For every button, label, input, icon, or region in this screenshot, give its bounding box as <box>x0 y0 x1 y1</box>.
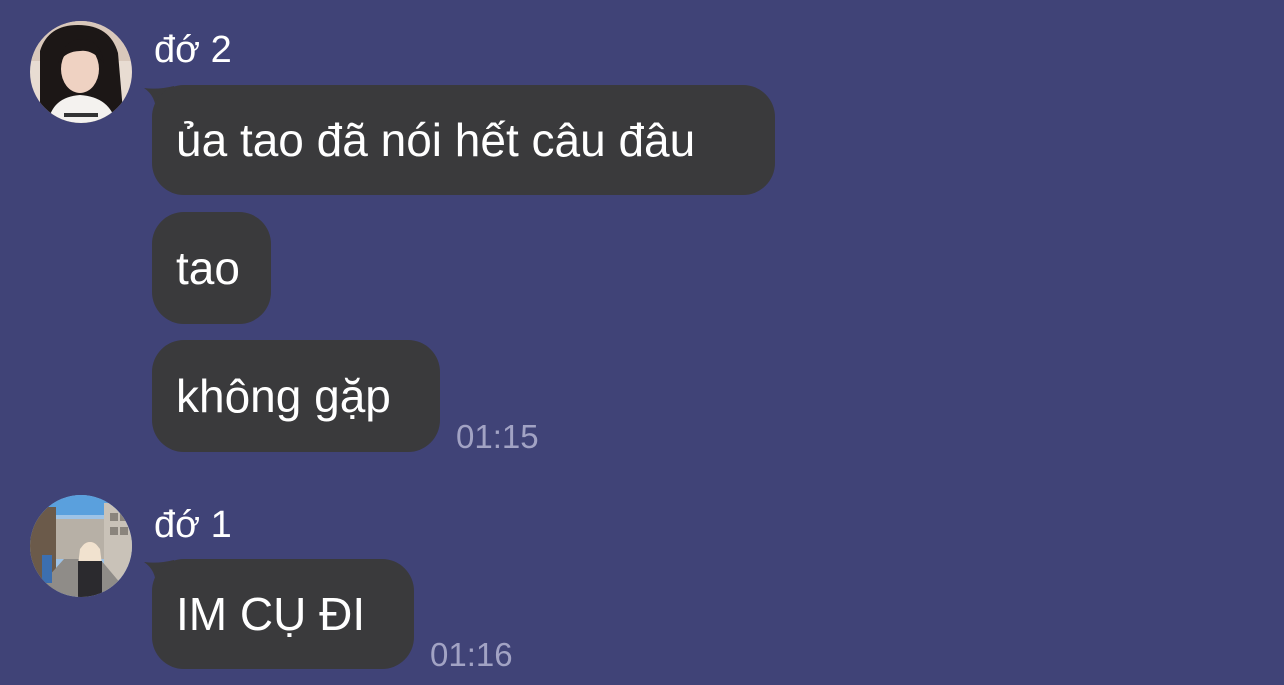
message-text: không gặp <box>176 370 391 422</box>
message-text: ủa tao đã nói hết câu đâu <box>176 114 696 166</box>
message-text: tao <box>176 242 240 294</box>
message-timestamp: 01:16 <box>430 636 513 673</box>
chat-thread: đớ 2 ủa tao đã nói hết câu đâu tao không… <box>0 0 1284 685</box>
sender-name: đớ 2 <box>154 29 232 71</box>
message-bubble[interactable]: không gặp <box>152 340 440 452</box>
avatar[interactable] <box>30 495 132 597</box>
avatar[interactable] <box>30 21 132 123</box>
sender-name: đớ 1 <box>154 504 232 546</box>
message-bubble[interactable]: IM CỤ ĐI <box>152 559 414 669</box>
profile-photo-icon <box>30 495 132 597</box>
profile-photo-icon <box>30 21 132 123</box>
message-text: IM CỤ ĐI <box>176 588 366 640</box>
message-bubble[interactable]: ủa tao đã nói hết câu đâu <box>152 85 775 195</box>
message-bubble[interactable]: tao <box>152 212 271 324</box>
message-timestamp: 01:15 <box>456 418 539 455</box>
